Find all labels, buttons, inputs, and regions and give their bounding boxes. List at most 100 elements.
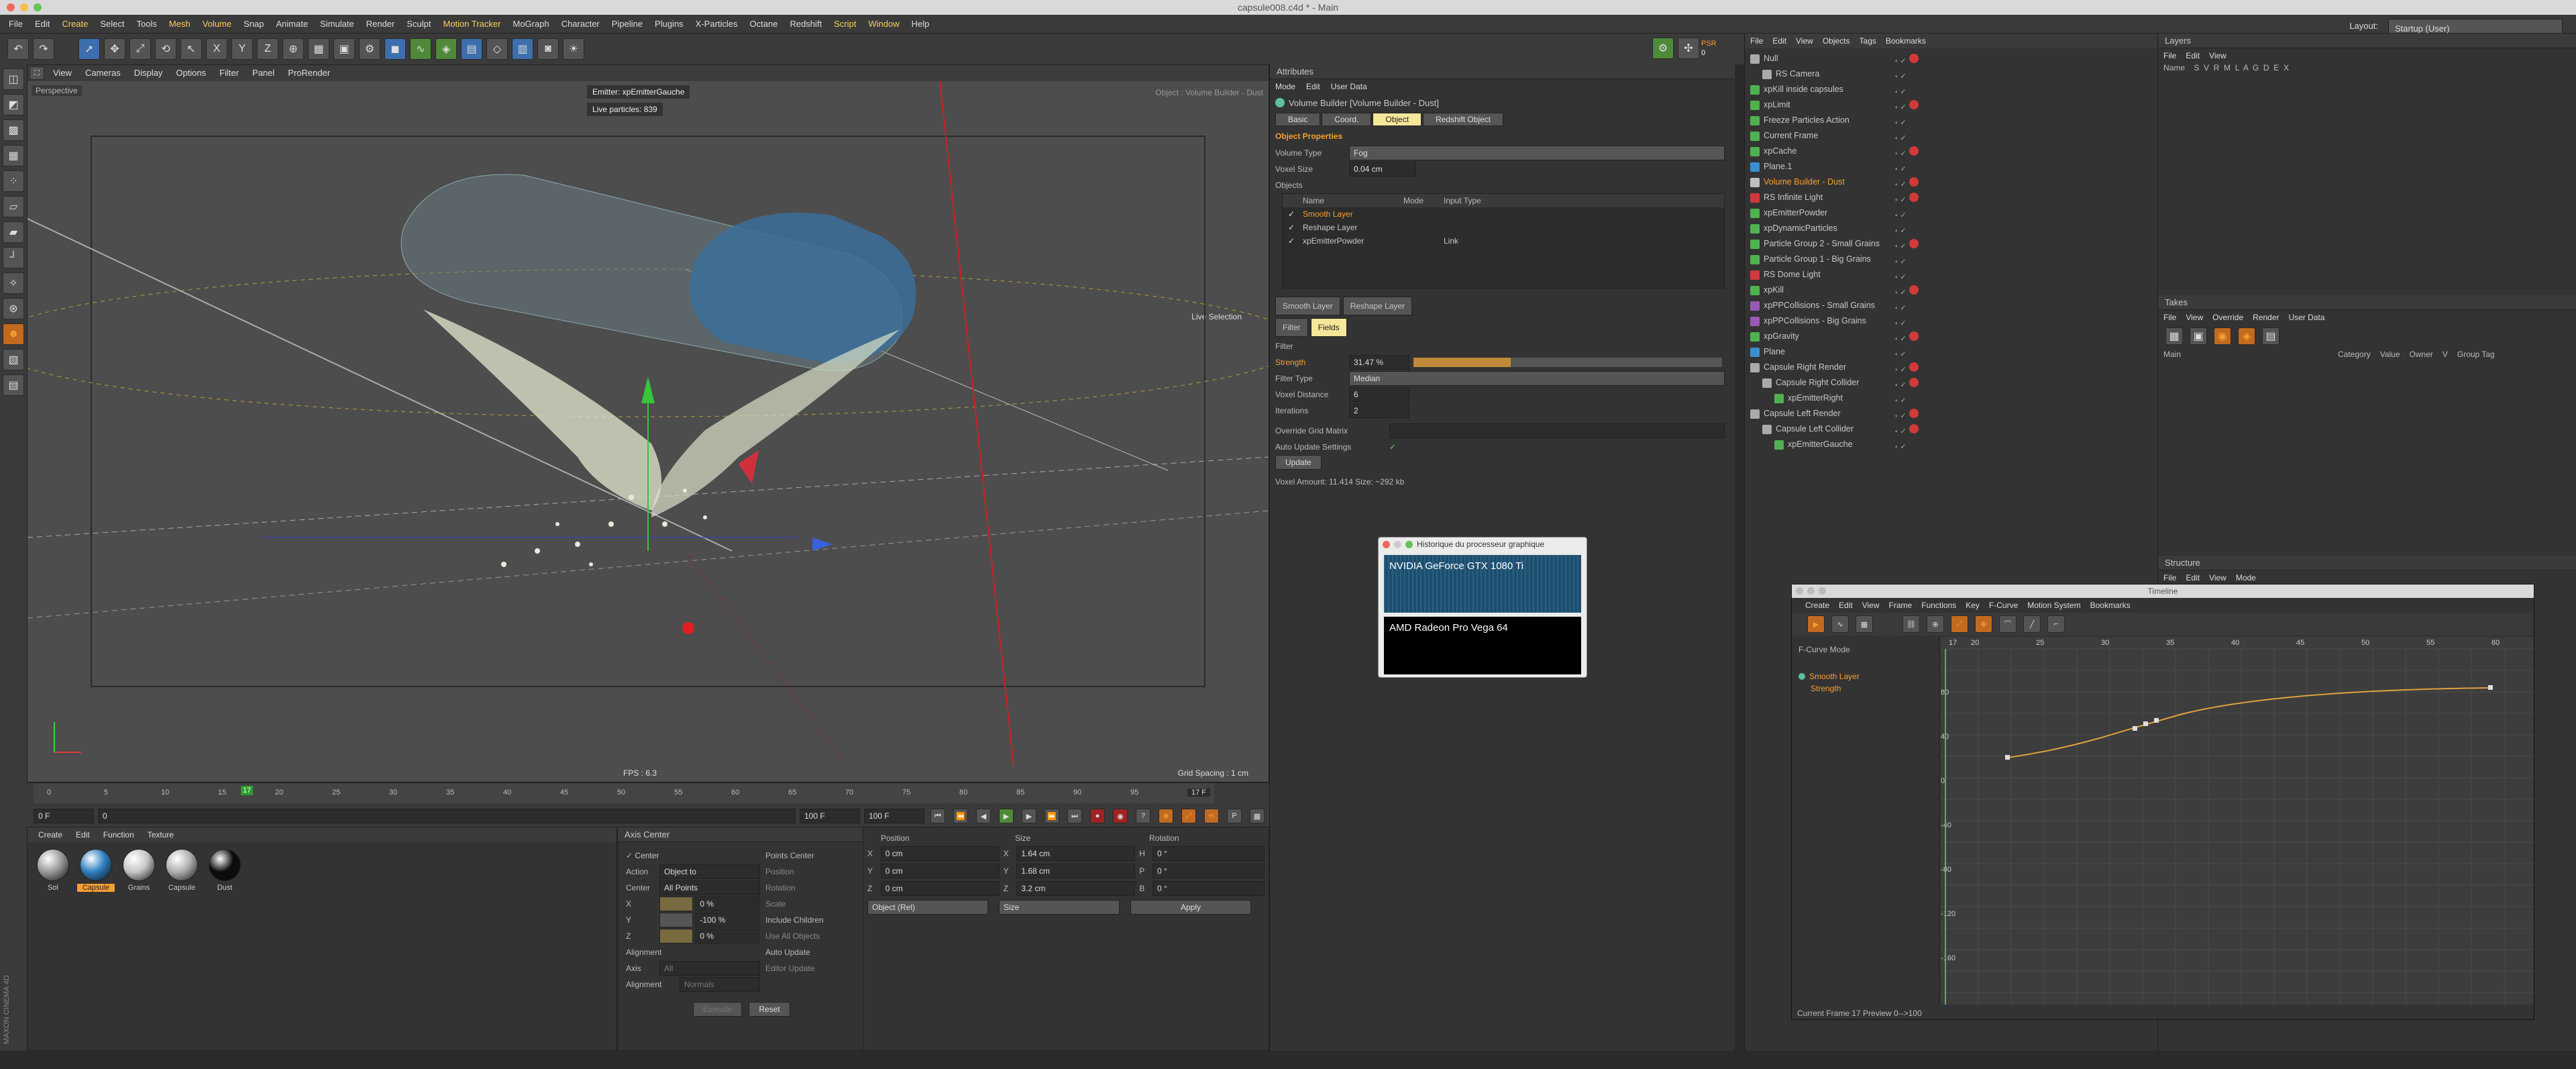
object-row-volume-builder-dust[interactable]: Volume Builder - Dust ▪ ✓ — [1745, 174, 2157, 190]
material-tag-icon[interactable] — [1909, 409, 1919, 418]
y-field[interactable]: -100 % — [695, 913, 760, 927]
objects-menu-tags[interactable]: Tags — [1860, 36, 1876, 46]
rotation-key-icon[interactable]: ⟲ — [1204, 809, 1219, 823]
reset-button[interactable]: Reset — [749, 1002, 790, 1017]
object-row-rs-dome-light[interactable]: RS Dome Light ▪ ✓ — [1745, 267, 2157, 283]
object-row-capsule-left-collider[interactable]: Capsule Left Collider ▪ ✓ — [1745, 421, 2157, 437]
object-row-plane[interactable]: Plane ▪ ✓ — [1745, 344, 2157, 360]
material-item[interactable]: Sol — [34, 849, 72, 892]
snap-keys-icon[interactable]: ⊕ — [1927, 615, 1944, 633]
rotation-b-field[interactable]: 0 ° — [1152, 881, 1265, 896]
voxel-size-field[interactable]: 0.04 cm — [1349, 162, 1416, 176]
takes-col-group-tag[interactable]: Group Tag — [2457, 350, 2495, 359]
coord-system-icon[interactable]: ⊕ — [282, 38, 304, 60]
object-row-capsule-right-collider[interactable]: Capsule Right Collider ▪ ✓ — [1745, 375, 2157, 391]
tweak-mode-icon[interactable]: ✧ — [3, 272, 24, 294]
object-row-current-frame[interactable]: Current Frame ▪ ✓ — [1745, 128, 2157, 144]
track-smooth-layer[interactable]: Smooth Layer — [1809, 672, 1860, 681]
menu-edit[interactable]: Edit — [29, 15, 56, 34]
spline-icon[interactable]: ∿ — [410, 38, 431, 60]
takes-menu-render[interactable]: Render — [2253, 313, 2279, 322]
menu-plugins[interactable]: Plugins — [649, 15, 690, 34]
render-view-icon[interactable]: ▦ — [308, 38, 329, 60]
takes-menu-file[interactable]: File — [2163, 313, 2176, 322]
center-dropdown[interactable]: All Points — [659, 880, 760, 895]
z-slider[interactable] — [659, 929, 693, 944]
volume-type-dropdown[interactable]: Fog — [1349, 146, 1725, 160]
material-item[interactable]: Capsule — [77, 849, 115, 892]
menu-pipeline[interactable]: Pipeline — [606, 15, 649, 34]
material-tag-icon[interactable] — [1909, 177, 1919, 187]
takes-menu-view[interactable]: View — [2186, 313, 2203, 322]
takes-main-item[interactable]: Main — [2163, 350, 2338, 359]
viewport-options-icon[interactable]: ⛶ — [30, 66, 44, 80]
axis-mode-icon[interactable]: ┘ — [3, 247, 24, 268]
y-axis-icon[interactable]: Y — [231, 38, 253, 60]
material-tag-icon[interactable] — [1909, 362, 1919, 372]
z-axis-icon[interactable]: Z — [257, 38, 278, 60]
timeline-minimize-button[interactable] — [1807, 587, 1815, 595]
maximize-window-button[interactable] — [34, 3, 42, 11]
start-frame-field[interactable]: 0 F — [34, 809, 94, 823]
gpu-history-window[interactable]: Historique du processeur graphique NVIDI… — [1378, 537, 1587, 678]
takes-col-category[interactable]: Category — [2338, 350, 2371, 359]
redo-icon[interactable]: ↷ — [33, 38, 54, 60]
spline-tangent-icon[interactable]: ⌒ — [1999, 615, 2017, 633]
update-button[interactable]: Update — [1275, 455, 1322, 470]
menu-redshift[interactable]: Redshift — [784, 15, 828, 34]
menu-mesh[interactable]: Mesh — [163, 15, 197, 34]
menu-window[interactable]: Window — [862, 15, 905, 34]
timeline-menu-f-curve[interactable]: F-Curve — [1989, 601, 2018, 610]
timeline-menu-key[interactable]: Key — [1966, 601, 1980, 610]
position-key-icon[interactable]: ✥ — [1159, 809, 1173, 823]
include-children-option[interactable]: Include Children — [765, 912, 824, 928]
attr-object-row[interactable]: ✓ Reshape Layer — [1283, 221, 1724, 234]
next-frame-icon[interactable]: ▶ — [1022, 809, 1036, 823]
x-slider[interactable] — [659, 897, 693, 911]
menu-render[interactable]: Render — [360, 15, 401, 34]
object-row-rs-infinite-light[interactable]: RS Infinite Light ▪ ✓ — [1745, 190, 2157, 205]
attr-object-row[interactable]: ✓ xpEmitterPowder Link — [1283, 234, 1724, 248]
light-icon[interactable]: ☀ — [563, 38, 584, 60]
take-override-icon[interactable]: ▣ — [2190, 327, 2207, 345]
rotation-handle[interactable] — [739, 450, 759, 484]
menu-animate[interactable]: Animate — [270, 15, 314, 34]
coord-mode-dropdown[interactable]: Object (Rel) — [867, 900, 988, 915]
auto-key-icon[interactable]: ◉ — [1113, 809, 1128, 823]
apply-button[interactable]: Apply — [1130, 900, 1251, 915]
auto-update-checkbox[interactable]: ✓ — [1389, 439, 1396, 455]
object-row-plane-1[interactable]: Plane.1 ▪ ✓ — [1745, 159, 2157, 174]
iterations-field[interactable]: 2 — [1349, 403, 1409, 418]
strength-slider[interactable] — [1413, 358, 1722, 367]
menu-select[interactable]: Select — [94, 15, 130, 34]
material-menu-function[interactable]: Function — [97, 830, 141, 839]
generator-icon[interactable]: ◈ — [435, 38, 457, 60]
deformer-icon[interactable]: ◇ — [486, 38, 508, 60]
make-editable-icon[interactable]: ◫ — [3, 68, 24, 90]
render-settings-icon[interactable]: ⚙ — [359, 38, 380, 60]
size-x-field[interactable]: 1.64 cm — [1016, 846, 1136, 861]
cube-icon[interactable]: ◼ — [384, 38, 406, 60]
position-option[interactable]: Position — [765, 864, 794, 880]
attr-object-row[interactable]: ✓ Smooth Layer — [1283, 207, 1724, 221]
z-axis-handle[interactable] — [682, 622, 694, 634]
minimize-window-button[interactable] — [20, 3, 28, 11]
prev-key-icon[interactable]: ⏪ — [953, 809, 968, 823]
gpu-maximize-button[interactable] — [1405, 540, 1413, 548]
snap-icon[interactable]: ✣ — [1678, 38, 1699, 59]
structure-menu-file[interactable]: File — [2163, 573, 2176, 582]
takes-menu-user-data[interactable]: User Data — [2289, 313, 2325, 322]
menu-x-particles[interactable]: X-Particles — [690, 15, 744, 34]
scale-key-icon[interactable]: ⤢ — [1181, 809, 1196, 823]
track-strength[interactable]: Strength — [1792, 684, 1939, 693]
texture-mode-icon[interactable]: ▩ — [3, 119, 24, 141]
timeline-window[interactable]: Timeline Create Edit View Frame Functions Key… — [1791, 584, 2534, 1020]
fcurve-graph[interactable]: 17202530354045505560 80400-40-80-120-160 — [1941, 637, 2534, 1005]
x-axis-handle[interactable] — [812, 538, 833, 551]
new-take-icon[interactable]: ▦ — [2165, 327, 2183, 345]
timeline-menu-edit[interactable]: Edit — [1839, 601, 1853, 610]
timeline-menu-bookmarks[interactable]: Bookmarks — [2090, 601, 2131, 610]
max-frame-field[interactable]: 100 F — [800, 809, 860, 823]
close-window-button[interactable] — [7, 3, 15, 11]
layer-tab-reshape-layer[interactable]: Reshape Layer — [1342, 297, 1413, 315]
